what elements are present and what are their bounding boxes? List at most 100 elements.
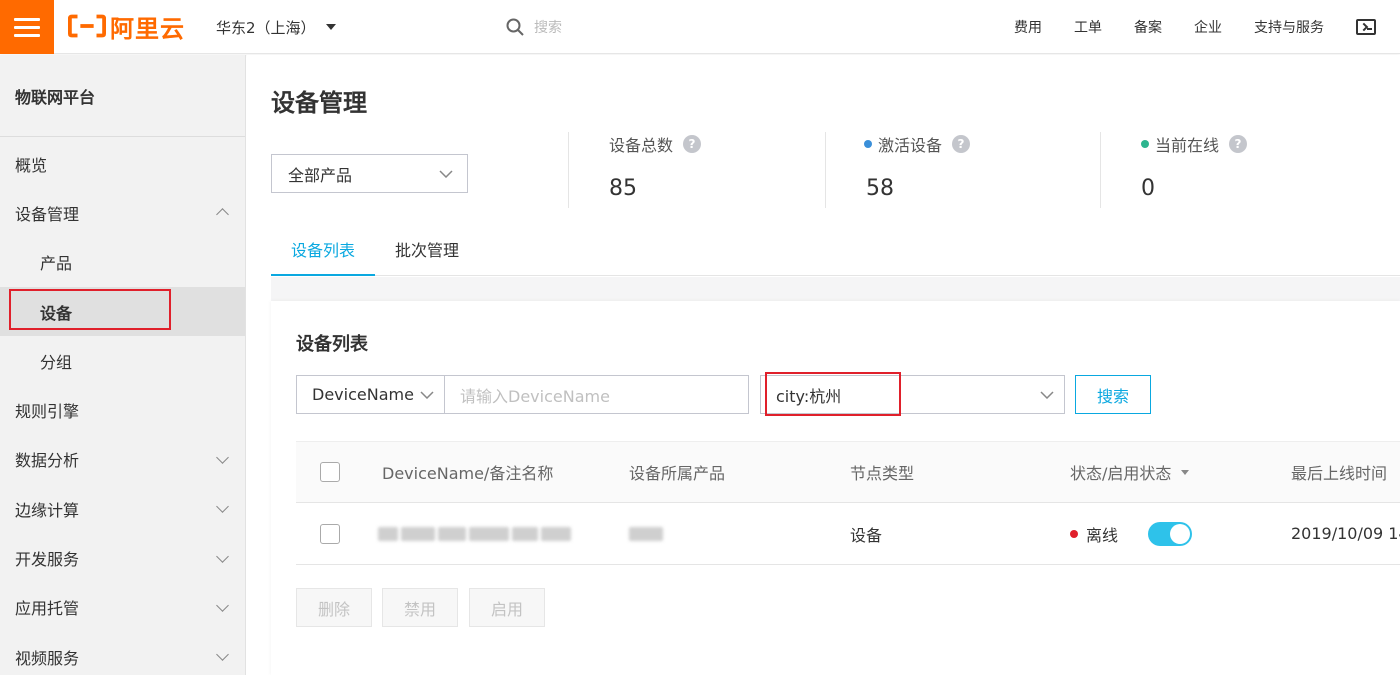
stat-activated-devices: 激活设备 ? 58 [825, 132, 971, 208]
sidebar-item-label: 概览 [15, 155, 48, 175]
sidebar-item-device-management[interactable]: 设备管理 [0, 188, 245, 237]
logo-text: 阿里云 [110, 14, 185, 43]
stat-label: 激活设备 [878, 136, 943, 155]
sidebar-item-label: 规则引擎 [15, 402, 80, 422]
row-checkbox[interactable] [320, 523, 340, 544]
content-separator [271, 277, 1400, 301]
sidebar-item-label: 产品 [40, 254, 73, 274]
column-header-node-type: 节点类型 [850, 464, 915, 483]
sidebar-item-label: 边缘计算 [15, 500, 80, 520]
table-header: DeviceName/备注名称 设备所属产品 节点类型 状态/启用状态 最后上线… [296, 441, 1400, 503]
global-search[interactable]: 搜索 [506, 0, 826, 54]
offline-dot-icon [1070, 529, 1078, 538]
sidebar-item-data-analysis[interactable]: 数据分析 [0, 435, 245, 484]
link-enterprise[interactable]: 企业 [1194, 17, 1222, 37]
help-icon[interactable]: ? [952, 135, 971, 153]
search-icon [506, 18, 524, 36]
column-header-status-label: 状态/启用状态 [1070, 464, 1172, 483]
stat-label: 设备总数 [609, 136, 674, 155]
tab-bar: 设备列表 批次管理 [271, 228, 1400, 276]
device-list-card: 设备列表 DeviceName 请输入DeviceName city:杭州 搜索… [271, 301, 1400, 675]
link-support[interactable]: 支持与服务 [1254, 17, 1324, 37]
devicename-input-placeholder: 请输入DeviceName [460, 386, 610, 406]
hamburger-menu-icon[interactable] [0, 0, 54, 54]
sidebar-item-rule-engine[interactable]: 规则引擎 [0, 385, 245, 434]
redacted-product [629, 503, 663, 564]
stat-total-devices: 设备总数 ? 85 [568, 132, 702, 208]
sidebar-item-video-service[interactable]: 视频服务 [0, 632, 245, 675]
table-row: 设备 离线 2019/10/09 14 [296, 503, 1400, 565]
sidebar-item-label: 数据分析 [15, 451, 80, 471]
last-online-cell: 2019/10/09 14 [1291, 524, 1400, 543]
main-content: 设备管理 全部产品 设备总数 ? 85 激活设备 ? 58 当前在线 ? 0 设… [247, 55, 1400, 675]
sidebar-item-product[interactable]: 产品 [0, 238, 245, 287]
chevron-up-icon [216, 208, 229, 222]
sidebar: 物联网平台 概览 设备管理 产品 设备 分组 规则引擎 数据分析 边缘计算 开发… [0, 55, 246, 675]
node-type-cell: 设备 [850, 525, 883, 545]
sidebar-item-device[interactable]: 设备 [0, 286, 245, 337]
product-select[interactable]: 全部产品 [271, 154, 468, 193]
redacted-text [378, 526, 571, 541]
help-icon[interactable]: ? [1229, 135, 1248, 153]
status-text: 离线 [1086, 525, 1119, 545]
sidebar-item-label: 设备 [40, 303, 73, 323]
search-field-value: DeviceName [312, 385, 414, 404]
region-selector[interactable]: 华东2（上海） [216, 0, 336, 54]
chevron-down-icon [216, 598, 229, 612]
sidebar-item-overview[interactable]: 概览 [0, 139, 245, 188]
stat-value: 85 [609, 176, 637, 201]
sidebar-item-label: 开发服务 [15, 550, 80, 570]
tab-batch-management[interactable]: 批次管理 [375, 228, 479, 276]
sidebar-item-app-hosting[interactable]: 应用托管 [0, 583, 245, 632]
search-placeholder: 搜索 [534, 20, 562, 36]
chevron-down-icon [216, 549, 229, 563]
terminal-icon[interactable] [1356, 19, 1376, 35]
sidebar-item-dev-service[interactable]: 开发服务 [0, 533, 245, 582]
sidebar-item-group[interactable]: 分组 [0, 336, 245, 385]
chevron-down-icon [420, 390, 434, 399]
sidebar-item-label: 分组 [40, 352, 73, 372]
aliyun-logo[interactable]: 阿里云 [68, 10, 185, 43]
link-ticket[interactable]: 工单 [1074, 17, 1102, 37]
disable-button[interactable]: 禁用 [382, 588, 458, 627]
stat-label: 当前在线 [1155, 136, 1220, 155]
enable-toggle[interactable] [1148, 521, 1193, 546]
sidebar-title: 物联网平台 [0, 55, 245, 137]
card-title: 设备列表 [296, 334, 368, 355]
link-icp[interactable]: 备案 [1134, 17, 1162, 37]
status-cell: 离线 [1070, 503, 1193, 564]
chevron-down-icon [1040, 390, 1054, 399]
chevron-down-icon [439, 169, 453, 178]
caret-down-icon [325, 24, 336, 30]
column-header-status[interactable]: 状态/启用状态 [1070, 442, 1190, 502]
sidebar-item-edge-computing[interactable]: 边缘计算 [0, 484, 245, 533]
chevron-down-icon [216, 648, 229, 661]
sidebar-item-label: 设备管理 [15, 204, 80, 224]
product-select-value: 全部产品 [288, 165, 353, 185]
tag-filter-select[interactable]: city:杭州 [760, 375, 1065, 414]
redacted-text [629, 526, 663, 541]
page-title: 设备管理 [271, 89, 367, 117]
sort-caret-icon[interactable] [1181, 469, 1190, 475]
aliyun-logo-icon [68, 14, 106, 38]
column-header-last-online: 最后上线时间 [1291, 464, 1388, 483]
search-field-select[interactable]: DeviceName [296, 375, 445, 414]
stat-value: 0 [1141, 176, 1155, 201]
redacted-devicename[interactable] [378, 503, 571, 564]
sidebar-item-label: 视频服务 [15, 648, 80, 668]
link-billing[interactable]: 费用 [1014, 17, 1042, 37]
region-label: 华东2（上海） [216, 18, 316, 37]
search-button[interactable]: 搜索 [1075, 375, 1151, 414]
tab-device-list[interactable]: 设备列表 [271, 228, 376, 276]
enable-button[interactable]: 启用 [469, 588, 545, 627]
chevron-down-icon [216, 500, 229, 514]
sidebar-item-label: 应用托管 [15, 599, 80, 619]
column-header-product: 设备所属产品 [629, 464, 726, 483]
stat-online-devices: 当前在线 ? 0 [1100, 132, 1248, 208]
activated-dot-icon [864, 140, 872, 148]
delete-button[interactable]: 删除 [296, 588, 372, 627]
select-all-checkbox[interactable] [320, 462, 340, 482]
help-icon[interactable]: ? [683, 135, 702, 153]
highlight-box [9, 288, 171, 330]
devicename-input[interactable]: 请输入DeviceName [444, 375, 749, 414]
